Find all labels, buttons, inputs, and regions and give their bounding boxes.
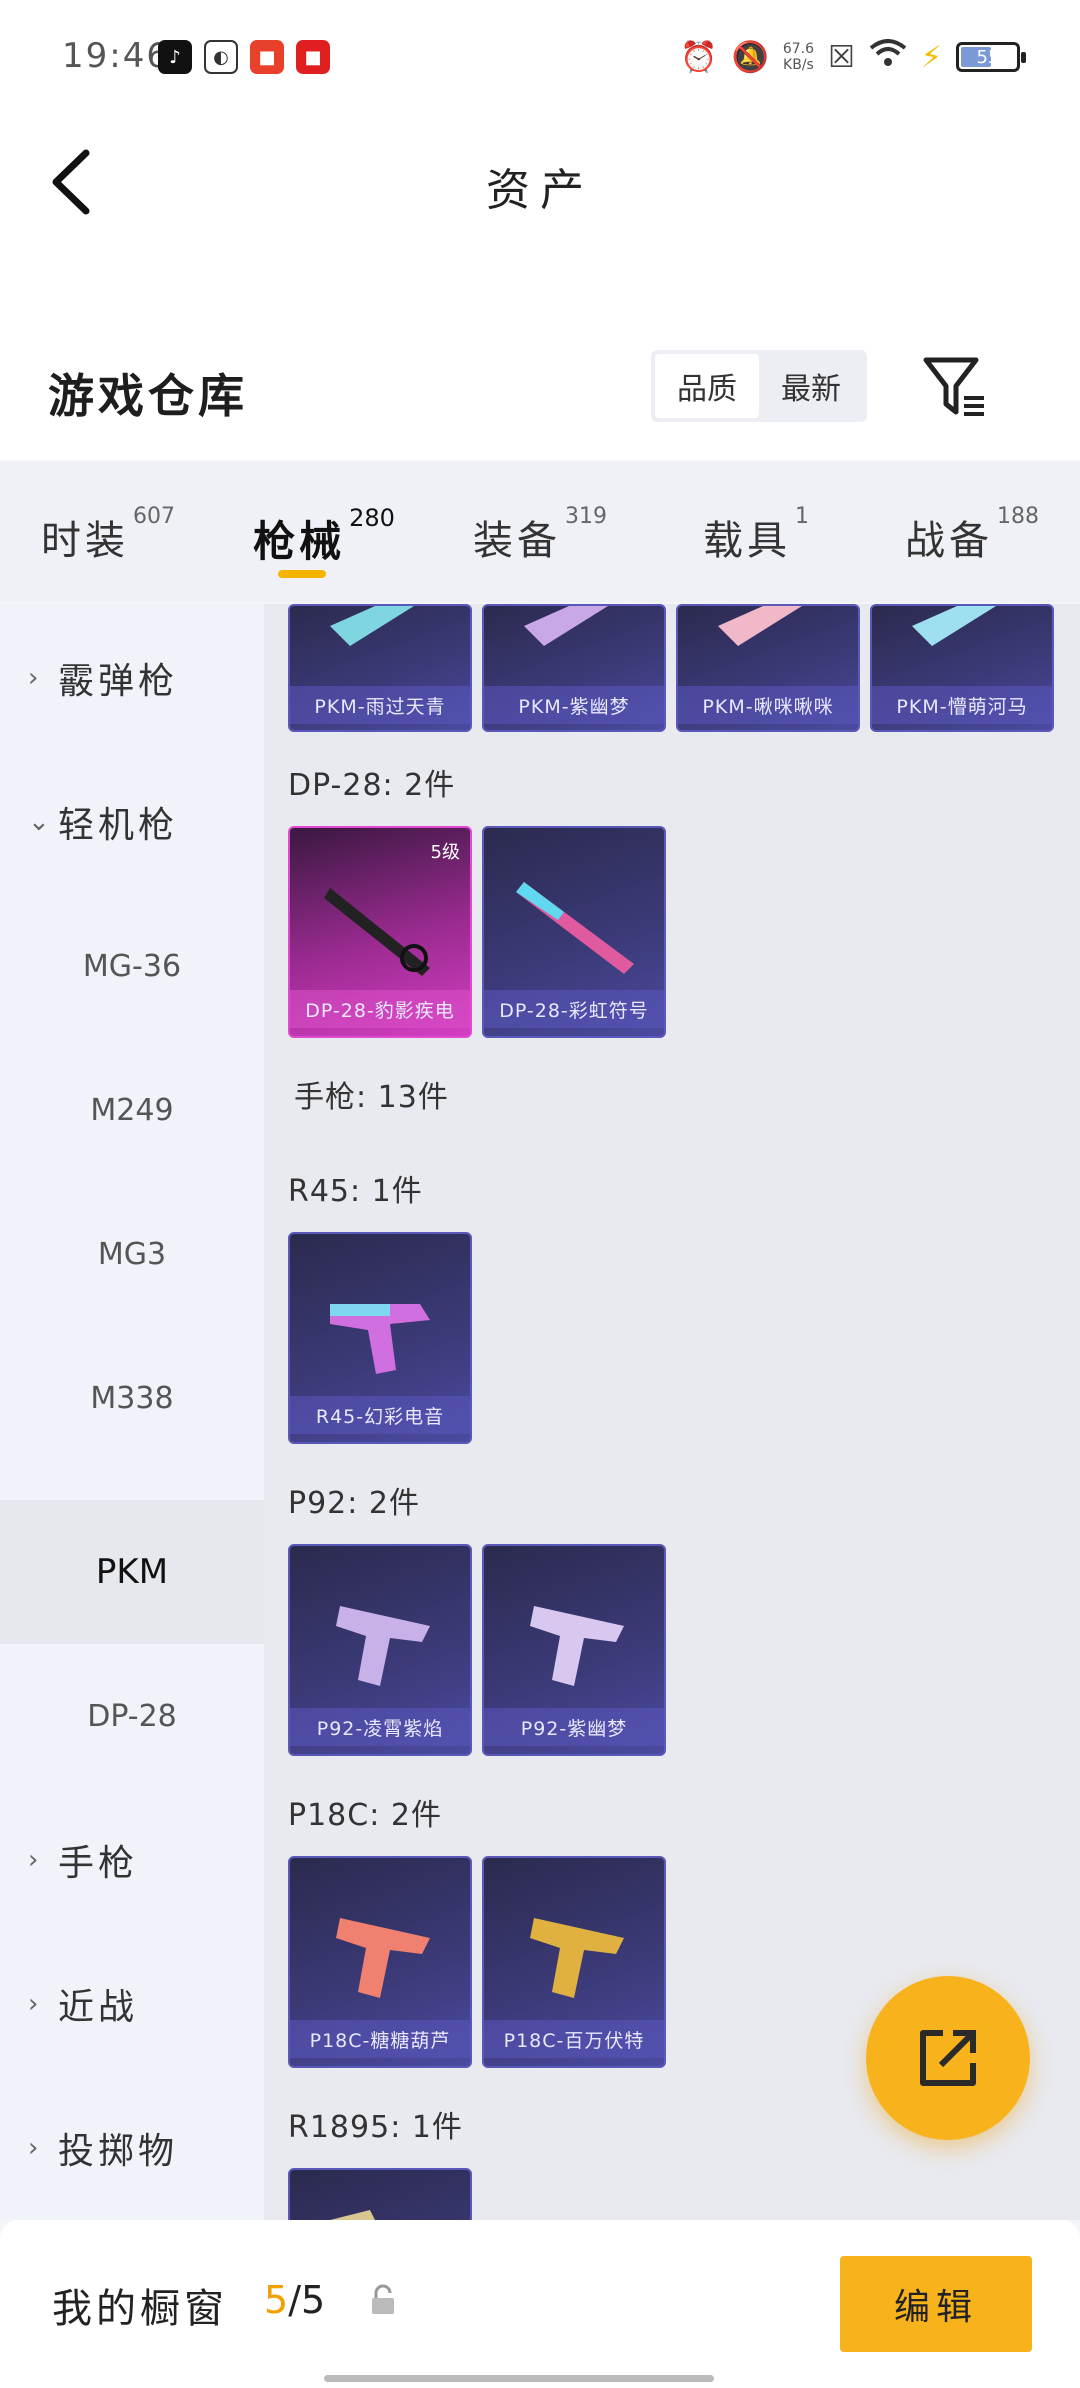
sidebar-item-shotgun[interactable]: › 霰弹枪 <box>0 606 264 750</box>
weapon-card[interactable] <box>288 2168 472 2220</box>
category-tabs: 时装 607 枪械 280 装备 319 载具 1 战备 188 <box>0 462 1080 602</box>
grade-badge: 5级 <box>430 842 460 863</box>
showcase-count: 5/5 <box>264 2278 326 2322</box>
lock-icon <box>372 2284 394 2314</box>
sidebar-item-throwable[interactable]: › 投掷物 <box>0 2076 264 2220</box>
sidebar-item-lmg[interactable]: ⌄ 轻机枪 <box>0 750 264 894</box>
sidebar-item-m338[interactable]: M338 <box>0 1326 264 1470</box>
section-r1895-label: R1895: 1件 <box>288 2110 463 2145</box>
tab-firearms[interactable]: 枪械 280 <box>216 462 432 602</box>
mute-icon: 🔕 <box>731 39 769 75</box>
rifle-icon <box>718 606 802 646</box>
weapon-card[interactable]: 5级 DP-28-豹影疾电 <box>288 826 472 1038</box>
sidebar-item-pistol[interactable]: › 手枪 <box>0 1788 264 1932</box>
filter-button[interactable] <box>920 352 990 422</box>
weapon-card[interactable]: DP-28-彩虹符号 <box>482 826 666 1038</box>
revolver-icon <box>330 2210 375 2220</box>
rifle-icon <box>912 606 996 646</box>
weapon-card[interactable]: P18C-糖糖葫芦 <box>288 1856 472 2068</box>
sidebar-item-pkm[interactable]: PKM <box>0 1500 264 1644</box>
home-indicator[interactable] <box>324 2375 714 2382</box>
chevron-right-icon: › <box>28 1989 39 2019</box>
share-button[interactable] <box>866 1976 1030 2140</box>
warehouse-title: 游戏仓库 <box>48 369 248 423</box>
sidebar-item-mg36[interactable]: MG-36 <box>0 894 264 1038</box>
weapon-card[interactable]: PKM-懵萌河马 <box>870 604 1054 732</box>
charging-icon: ⚡ <box>920 39 942 75</box>
revolver-icon <box>330 1304 430 1374</box>
warehouse-header: 游戏仓库 品质 最新 <box>0 330 1080 460</box>
sidebar-item-mg3[interactable]: MG3 <box>0 1182 264 1326</box>
section-r45-label: R45: 1件 <box>288 1174 423 1209</box>
weapon-card[interactable]: P92-凌霄紫焰 <box>288 1544 472 1756</box>
pistol-icon <box>336 1918 430 1998</box>
sidebar-item-melee[interactable]: › 近战 <box>0 1932 264 2076</box>
weapon-card[interactable]: PKM-啾咪啾咪 <box>676 604 860 732</box>
section-dp28-label: DP-28: 2件 <box>288 768 456 803</box>
weapon-card[interactable]: PKM-紫幽梦 <box>482 604 666 732</box>
weapon-card[interactable]: R45-幻彩电音 <box>288 1232 472 1444</box>
pistol-icon <box>530 1918 624 1998</box>
weapon-card[interactable]: P92-紫幽梦 <box>482 1544 666 1756</box>
wifi-icon <box>869 38 907 76</box>
nav-header: 资产 <box>0 120 1080 360</box>
rifle-icon <box>524 606 608 646</box>
music-app-icon: ♪ <box>158 40 192 74</box>
tab-equipment[interactable]: 装备 319 <box>432 462 648 602</box>
section-p92-label: P92: 2件 <box>288 1486 420 1521</box>
sim-off-icon: ☒ <box>828 39 855 75</box>
pistol-icon <box>336 1606 430 1686</box>
chevron-right-icon: › <box>28 1845 39 1875</box>
sort-toggle: 品质 最新 <box>651 350 867 422</box>
page-title: 资产 <box>486 165 594 216</box>
tab-vehicles[interactable]: 载具 1 <box>648 462 864 602</box>
sort-quality-option[interactable]: 品质 <box>655 354 759 418</box>
sidebar-item-m249[interactable]: M249 <box>0 1038 264 1182</box>
pistol-icon <box>530 1606 624 1686</box>
rifle-icon <box>516 882 634 974</box>
battery-icon: 55 <box>956 42 1026 72</box>
sidebar-item-dp28[interactable]: DP-28 <box>0 1644 264 1788</box>
share-icon <box>920 2030 976 2086</box>
section-pistol-label: 手枪: 13件 <box>294 1080 449 1115</box>
rifle-icon <box>324 888 430 976</box>
status-bar: 19:46 ♪ ◐ ■ ■ ⏰ 🔕 67.6 KB/s ☒ ⚡ 55 <box>0 0 1080 120</box>
weapon-card[interactable]: PKM-雨过天青 <box>288 604 472 732</box>
chevron-right-icon: › <box>28 663 39 693</box>
alarm-icon: ⏰ <box>680 39 718 75</box>
tab-fashion[interactable]: 时装 607 <box>0 462 216 602</box>
section-p18c-label: P18C: 2件 <box>288 1798 442 1833</box>
net-speed: 67.6 KB/s <box>782 41 815 73</box>
status-app-icons: ♪ ◐ ■ ■ <box>158 40 330 74</box>
pdd-app-icon: ■ <box>296 40 330 74</box>
weapon-card[interactable]: P18C-百万伏特 <box>482 1856 666 2068</box>
status-indicators: ⏰ 🔕 67.6 KB/s ☒ ⚡ 55 <box>680 38 1026 76</box>
browser-app-icon: ◐ <box>204 40 238 74</box>
sort-newest-option[interactable]: 最新 <box>759 354 863 418</box>
chevron-right-icon: › <box>28 2133 39 2163</box>
weapon-category-sidebar: › 霰弹枪 ⌄ 轻机枪 MG-36 M249 MG3 M338 PKM DP-2… <box>0 604 264 2220</box>
filter-icon <box>923 357 984 416</box>
shopping-app-icon: ■ <box>250 40 284 74</box>
active-tab-indicator <box>278 570 326 578</box>
status-time: 19:46 <box>62 36 170 76</box>
rifle-icon <box>330 606 414 646</box>
tab-supplies[interactable]: 战备 188 <box>864 462 1080 602</box>
showcase-bar: 我的橱窗 5/5 编辑 <box>0 2220 1080 2388</box>
chevron-down-icon: ⌄ <box>28 807 50 837</box>
edit-button[interactable]: 编辑 <box>840 2256 1032 2352</box>
showcase-label: 我的橱窗 <box>52 2286 228 2332</box>
